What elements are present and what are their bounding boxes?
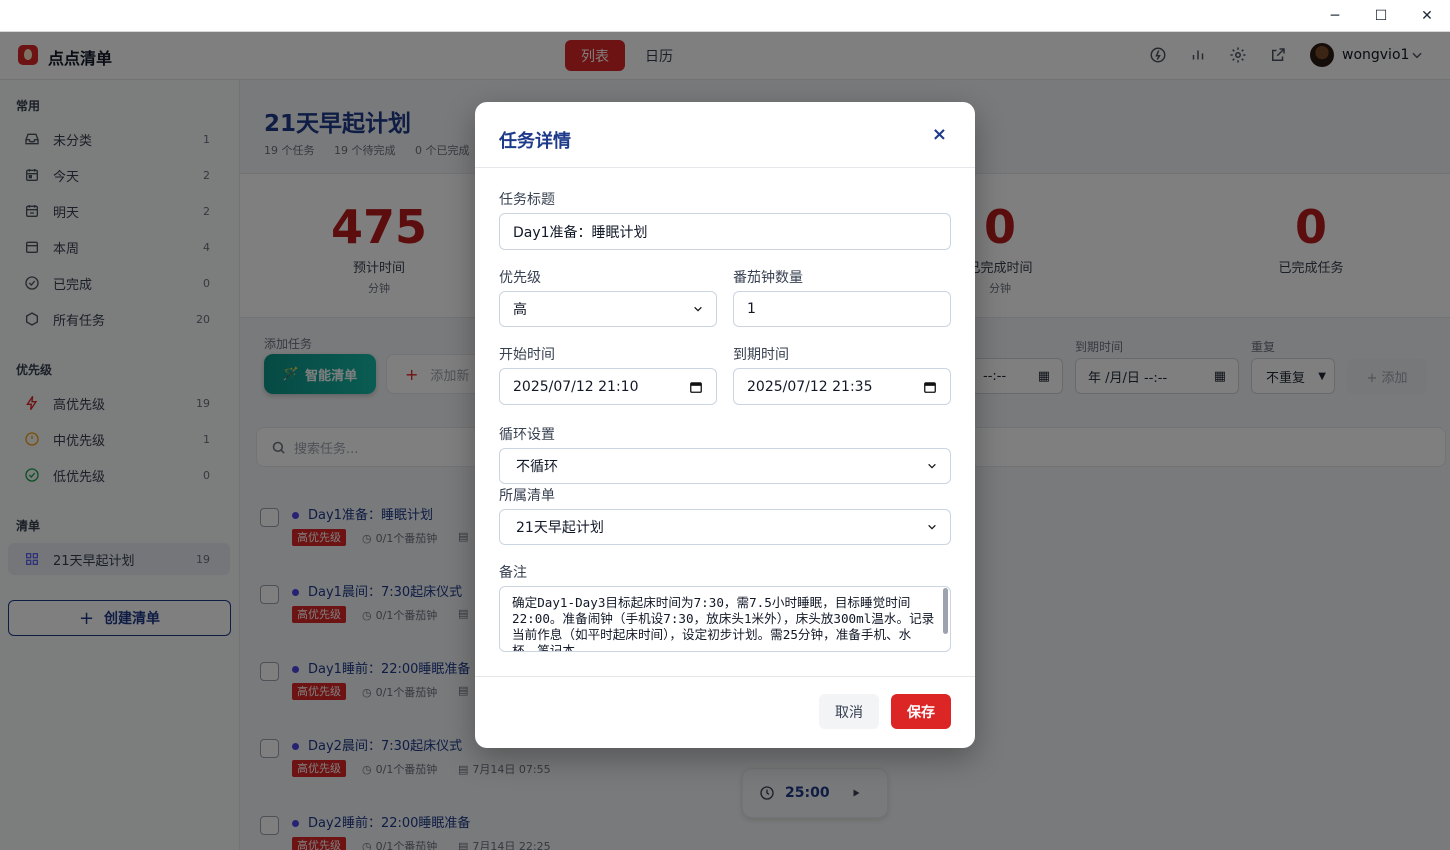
pomodoro-count-input[interactable]: 1 — [733, 291, 951, 327]
start-time-value: 2025/07/12 21:10 — [513, 378, 639, 395]
list-label: 所属清单 — [499, 488, 555, 504]
close-window-button[interactable]: ✕ — [1404, 0, 1450, 32]
chevron-down-icon — [928, 463, 936, 469]
priority-select[interactable]: 高 — [499, 291, 717, 327]
calendar-icon[interactable] — [923, 380, 937, 394]
chevron-down-icon — [928, 524, 936, 530]
task-title-label: 任务标题 — [499, 192, 555, 208]
due-time-input[interactable]: 2025/07/12 21:35 — [733, 368, 951, 405]
close-icon[interactable]: × — [932, 124, 947, 145]
page-scrollbar[interactable] — [1444, 482, 1450, 590]
start-time-label: 开始时间 — [499, 347, 555, 363]
minimize-button[interactable]: ─ — [1312, 0, 1358, 32]
repeat-label: 循环设置 — [499, 427, 555, 443]
repeat-value: 不循环 — [516, 459, 558, 475]
minimize-icon: ─ — [1330, 8, 1340, 24]
list-select[interactable]: 21天早起计划 — [499, 509, 951, 545]
save-button[interactable]: 保存 — [891, 694, 951, 729]
notes-textarea[interactable]: 确定Day1-Day3目标起床时间为7:30，需7.5小时睡眠，目标睡觉时间22… — [499, 586, 951, 652]
repeat-select[interactable]: 不循环 — [499, 448, 951, 484]
list-value: 21天早起计划 — [516, 520, 604, 536]
chevron-down-icon — [694, 306, 702, 312]
dialog-footer: 取消 保存 — [475, 676, 975, 748]
maximize-button[interactable]: ☐ — [1358, 0, 1404, 32]
notes-label: 备注 — [499, 565, 527, 581]
window-titlebar: ─ ☐ ✕ — [0, 0, 1450, 32]
calendar-icon[interactable] — [689, 380, 703, 394]
dialog-header: 任务详情 × — [475, 102, 975, 168]
task-detail-dialog: 任务详情 × 任务标题 Day1准备：睡眠计划 优先级 高 番茄钟数量 1 开始… — [475, 102, 975, 748]
pomodoro-count-label: 番茄钟数量 — [733, 270, 803, 286]
due-time-label: 到期时间 — [733, 347, 789, 363]
close-icon: ✕ — [1421, 8, 1433, 24]
priority-label: 优先级 — [499, 270, 541, 286]
notes-scrollbar[interactable] — [943, 588, 948, 634]
task-title-value: Day1准备：睡眠计划 — [513, 224, 648, 241]
due-time-value: 2025/07/12 21:35 — [747, 378, 873, 395]
maximize-icon: ☐ — [1374, 8, 1388, 24]
start-time-input[interactable]: 2025/07/12 21:10 — [499, 368, 717, 405]
task-title-input[interactable]: Day1准备：睡眠计划 — [499, 213, 951, 250]
dialog-title: 任务详情 — [499, 131, 571, 152]
cancel-button[interactable]: 取消 — [819, 694, 879, 729]
pomodoro-count-value: 1 — [747, 301, 756, 317]
priority-value: 高 — [513, 302, 527, 318]
